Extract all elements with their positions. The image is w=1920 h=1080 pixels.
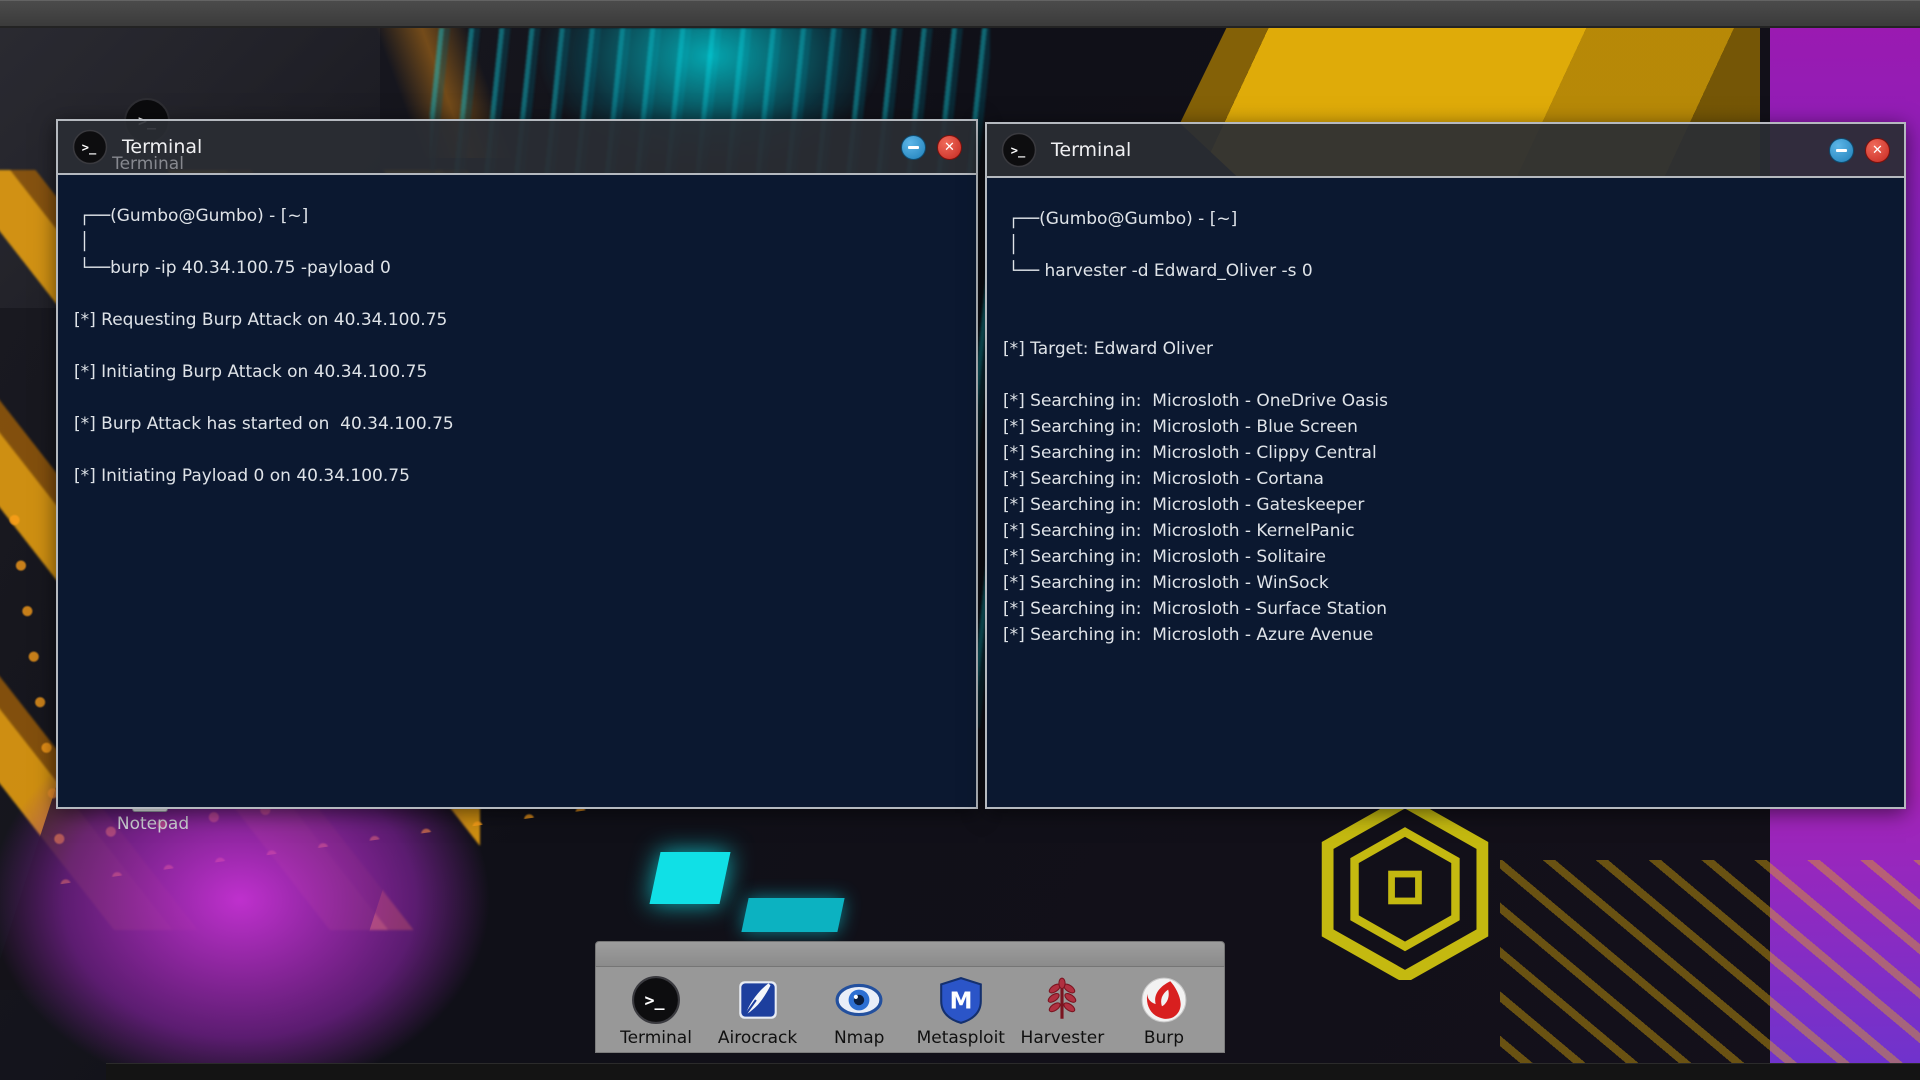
crest-emblem	[1320, 795, 1490, 980]
minimize-icon	[908, 146, 919, 149]
dock-item-label: Terminal	[620, 1028, 692, 1048]
dock-item-label: Harvester	[1021, 1028, 1105, 1048]
terminal-icon: >_	[1001, 132, 1037, 168]
svg-text:>_: >_	[645, 991, 666, 1010]
dock-shelf	[595, 941, 1225, 967]
dock-item-nmap[interactable]: Nmap	[811, 975, 907, 1048]
close-icon: ✕	[1872, 143, 1883, 158]
terminal-window-left: >_ Terminal ✕ ┌──(Gumbo@Gumbo) - [~] │ └…	[56, 119, 978, 809]
bottom-taskbar	[106, 1063, 1920, 1080]
airocrack-icon	[733, 975, 783, 1025]
titlebar[interactable]: >_ Terminal ✕	[987, 124, 1904, 178]
burp-icon	[1139, 975, 1189, 1025]
top-bar	[0, 0, 1920, 28]
background-yellow-lines	[1500, 860, 1920, 1080]
minimize-button[interactable]	[901, 135, 926, 160]
dock-item-harvester[interactable]: Harvester	[1014, 975, 1110, 1048]
terminal-output[interactable]: ┌──(Gumbo@Gumbo) - [~] │ └── harvester -…	[987, 178, 1904, 807]
dock-item-terminal[interactable]: >_ Terminal	[608, 975, 704, 1048]
terminal-icon: >_	[631, 975, 681, 1025]
harvester-icon	[1037, 975, 1087, 1025]
window-title: Terminal	[1051, 139, 1131, 161]
background-cyan-block	[649, 852, 730, 904]
dock-item-airocrack[interactable]: Airocrack	[710, 975, 806, 1048]
minimize-button[interactable]	[1829, 138, 1854, 163]
close-icon: ✕	[944, 140, 955, 155]
dock-item-label: Metasploit	[917, 1028, 1005, 1048]
dock-body: >_ Terminal Airocrack	[595, 967, 1225, 1053]
desktop-terminal-label[interactable]: Terminal	[98, 154, 198, 174]
dock-item-burp[interactable]: Burp	[1116, 975, 1212, 1048]
dock-item-label: Airocrack	[718, 1028, 797, 1048]
close-button[interactable]: ✕	[1865, 138, 1890, 163]
terminal-window-right: >_ Terminal ✕ ┌──(Gumbo@Gumbo) - [~] │ └…	[985, 122, 1906, 809]
terminal-output[interactable]: ┌──(Gumbo@Gumbo) - [~] │ └──burp -ip 40.…	[58, 175, 976, 807]
svg-text:M: M	[949, 988, 972, 1014]
dock-item-label: Burp	[1144, 1028, 1184, 1048]
metasploit-icon: M	[936, 975, 986, 1025]
dock-item-metasploit[interactable]: M Metasploit	[913, 975, 1009, 1048]
svg-text:>_: >_	[1011, 144, 1026, 159]
dock: >_ Terminal Airocrack	[595, 941, 1225, 1053]
close-button[interactable]: ✕	[937, 135, 962, 160]
svg-text:>_: >_	[82, 141, 97, 156]
nmap-icon	[834, 975, 884, 1025]
dock-item-label: Nmap	[834, 1028, 885, 1048]
background-cyan-block-2	[741, 898, 844, 932]
desktop-notepad-label[interactable]: Notepad	[98, 814, 208, 834]
minimize-icon	[1836, 149, 1847, 152]
